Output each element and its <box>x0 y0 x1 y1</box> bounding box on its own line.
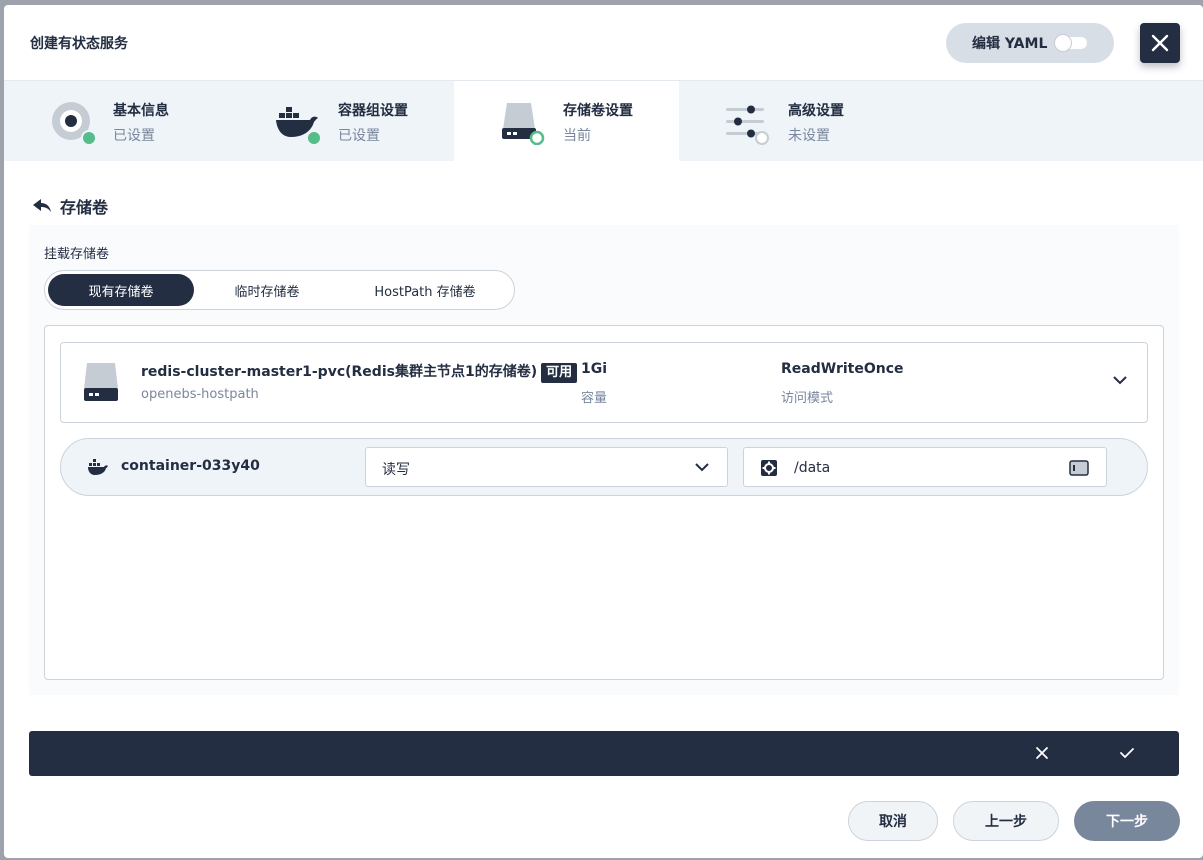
status-badge: 可用 <box>541 363 578 383</box>
step-status: 当前 <box>563 128 591 144</box>
section-title: 存储卷 <box>60 198 109 217</box>
capacity-value: 1Gi <box>581 361 608 377</box>
step-storage-settings[interactable]: 存储卷设置 当前 <box>454 81 679 161</box>
step-title: 高级设置 <box>788 103 844 119</box>
chevron-down-icon <box>695 463 709 472</box>
disk-icon <box>52 102 95 145</box>
back-to-volumes[interactable]: 存储卷 <box>32 194 108 218</box>
step-tabs: 基本信息 已设置 容器组设置 已设置 存储卷设置 当前 高级设置 未设置 <box>4 81 1203 161</box>
previous-button[interactable]: 上一步 <box>953 801 1059 841</box>
close-button[interactable] <box>1140 23 1180 63</box>
edit-yaml-label: 编辑 YAML <box>972 36 1048 52</box>
access-mode-value: ReadWriteOnce <box>781 361 904 377</box>
mount-path-field <box>743 447 1107 487</box>
volume-config-box: redis-cluster-master1-pvc(Redis集群主节点1的存储… <box>44 325 1164 680</box>
step-status: 已设置 <box>113 128 155 144</box>
step-title: 容器组设置 <box>338 103 408 119</box>
container-mount-row: container-033y40 读写 <box>60 438 1148 496</box>
volume-name-text: redis-cluster-master1-pvc(Redis集群主节点1的存储… <box>141 364 538 380</box>
step-basic-info[interactable]: 基本信息 已设置 <box>4 81 229 161</box>
access-mode-selected: 读写 <box>382 462 410 478</box>
tab-temporary-volume[interactable]: 临时存储卷 <box>194 274 340 306</box>
volume-name: redis-cluster-master1-pvc(Redis集群主节点1的存储… <box>141 361 578 383</box>
back-arrow-icon <box>33 199 51 212</box>
docker-icon <box>276 107 320 145</box>
modal-header: 创建有状态服务 编辑 YAML <box>4 5 1203 81</box>
capacity-label: 容量 <box>581 391 608 406</box>
toggle-switch-icon[interactable] <box>1055 35 1088 51</box>
tab-hostpath-volume[interactable]: HostPath 存储卷 <box>340 274 510 306</box>
next-button[interactable]: 下一步 <box>1074 801 1180 841</box>
cancel-button[interactable]: 取消 <box>848 801 938 841</box>
volume-type-tabs: 现有存储卷 临时存储卷 HostPath 存储卷 <box>44 270 515 310</box>
edit-yaml-toggle[interactable]: 编辑 YAML <box>946 23 1114 63</box>
mount-path-input[interactable] <box>794 456 1044 480</box>
storage-volume-icon <box>84 363 118 401</box>
modal-body: 存储卷 挂载存储卷 现有存储卷 临时存储卷 HostPath 存储卷 redis… <box>4 162 1203 702</box>
step-advanced-settings[interactable]: 高级设置 未设置 <box>679 81 904 161</box>
storage-icon <box>502 103 545 145</box>
sliders-icon <box>726 105 769 145</box>
access-mode-select[interactable]: 读写 <box>365 447 728 487</box>
chevron-down-icon[interactable] <box>1113 375 1127 385</box>
volume-confirm-bar <box>29 731 1179 776</box>
access-mode-label: 访问模式 <box>781 391 834 406</box>
close-icon[interactable] <box>1034 745 1050 761</box>
step-title: 基本信息 <box>113 103 169 119</box>
step-status: 已设置 <box>338 128 380 144</box>
sub-path-icon[interactable] <box>1069 460 1089 476</box>
modal-title: 创建有状态服务 <box>30 36 128 52</box>
volume-card[interactable]: redis-cluster-master1-pvc(Redis集群主节点1的存储… <box>60 342 1148 423</box>
step-container-settings[interactable]: 容器组设置 已设置 <box>229 81 454 161</box>
mount-volume-label: 挂载存储卷 <box>44 247 110 262</box>
step-status: 未设置 <box>788 128 830 144</box>
docker-icon <box>88 459 108 475</box>
create-statefulset-modal: 创建有状态服务 编辑 YAML 基本信息 已设置 容器组设置 已设置 存储卷设置… <box>4 5 1203 858</box>
container-name: container-033y40 <box>121 458 260 474</box>
tab-existing-volume[interactable]: 现有存储卷 <box>48 274 194 306</box>
storage-class: openebs-hostpath <box>141 387 259 402</box>
gear-icon <box>761 460 777 476</box>
check-icon[interactable] <box>1119 746 1135 760</box>
mount-volume-panel: 挂载存储卷 现有存储卷 临时存储卷 HostPath 存储卷 redis-clu… <box>29 225 1179 695</box>
step-title: 存储卷设置 <box>563 103 633 119</box>
close-icon <box>1151 34 1169 52</box>
